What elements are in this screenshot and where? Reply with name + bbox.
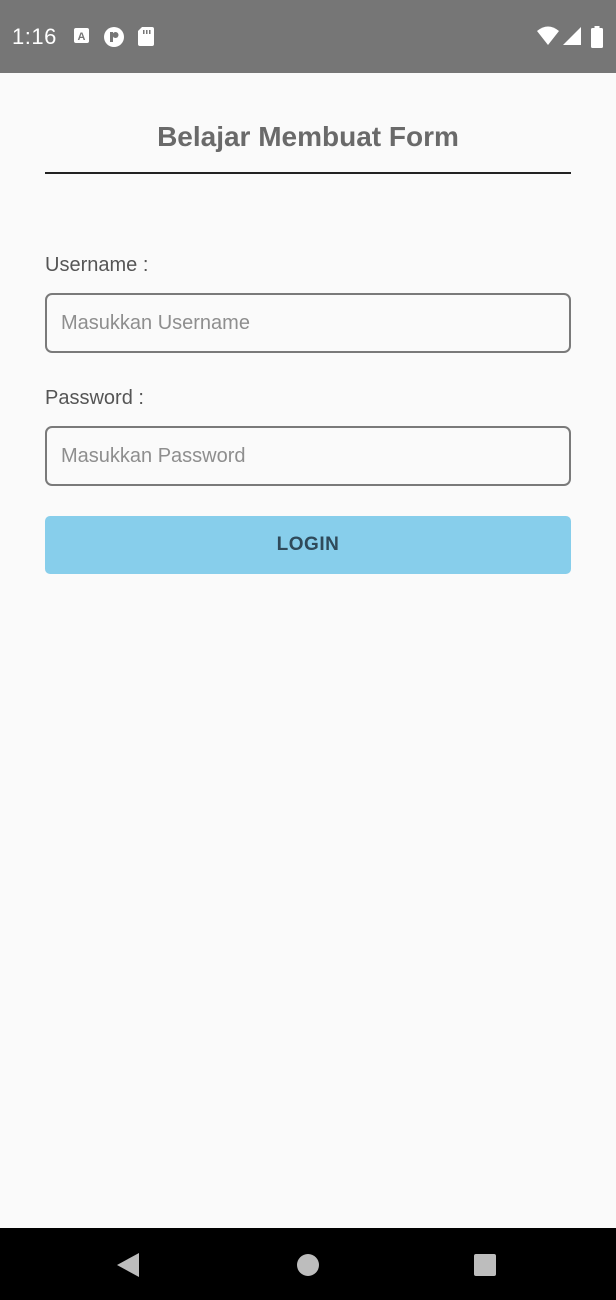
title-divider bbox=[45, 172, 571, 174]
password-label: Password : bbox=[45, 387, 144, 409]
sd-card-icon bbox=[137, 26, 157, 46]
wifi-icon bbox=[537, 26, 559, 46]
home-icon[interactable] bbox=[293, 1250, 323, 1280]
status-time: 1:16 bbox=[12, 24, 57, 49]
a-icon: A bbox=[72, 26, 92, 46]
username-label: Username : bbox=[45, 254, 149, 276]
login-button[interactable]: LOGIN bbox=[45, 516, 571, 574]
battery-icon bbox=[591, 26, 603, 48]
signal-icon bbox=[562, 26, 582, 46]
navigation-bar bbox=[0, 1228, 616, 1300]
username-input[interactable] bbox=[45, 293, 571, 353]
svg-text:A: A bbox=[78, 31, 86, 43]
p-icon bbox=[103, 26, 124, 47]
password-input[interactable] bbox=[45, 426, 571, 486]
status-bar: 1:16 A bbox=[0, 0, 616, 73]
back-icon[interactable] bbox=[113, 1250, 143, 1280]
recents-icon[interactable] bbox=[470, 1250, 500, 1280]
screen: 1:16 A Belajar Membuat Form Username: M… bbox=[0, 0, 616, 1300]
page-title: Belajar Membuat Form bbox=[157, 121, 459, 152]
